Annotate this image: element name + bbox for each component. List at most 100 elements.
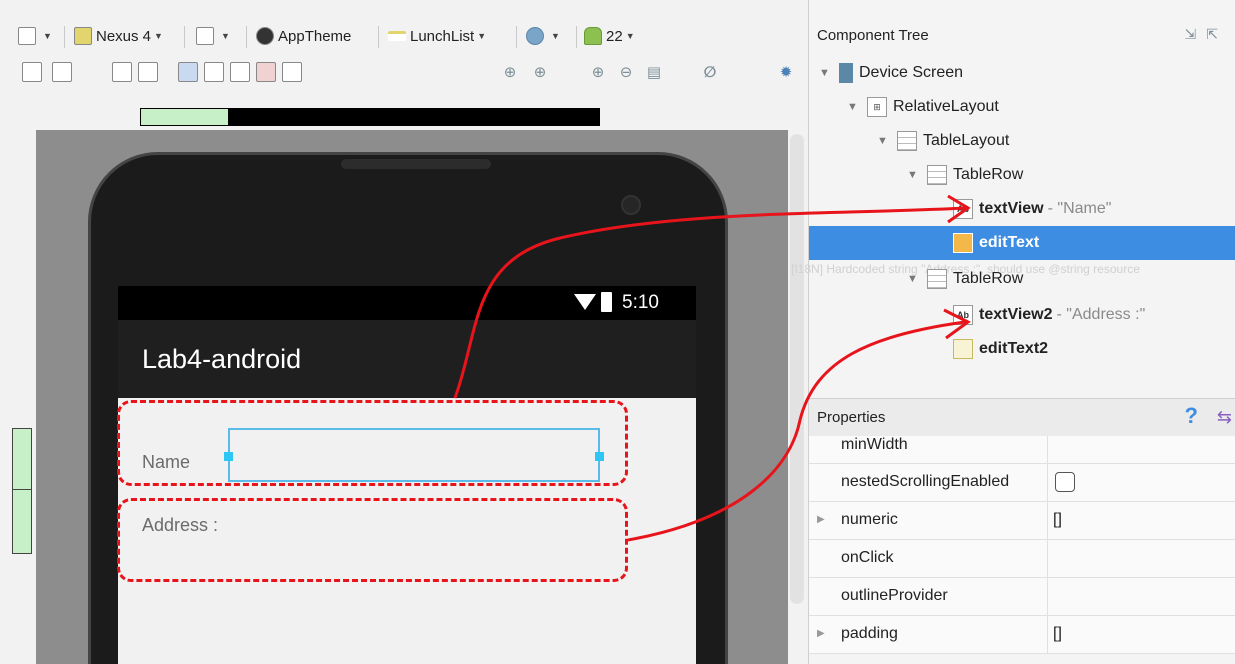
device-icon [18,27,36,45]
zoom-to-fit-icon[interactable]: ⊕ [500,62,520,82]
tree-node-edit-text-2[interactable]: editText2 [809,332,1235,366]
text-view-icon: Ab [953,199,973,219]
distribute-button[interactable] [230,62,250,82]
property-row[interactable]: outlineProvider [809,578,1235,616]
tree-node-label: TableLayout [923,132,1010,149]
expand-arrow-icon[interactable]: ▶ [817,628,825,639]
property-value[interactable]: [] [1053,511,1062,529]
app-action-bar: Lab4-android [118,320,696,398]
theme-icon [256,27,274,45]
tree-node-text-view-2[interactable]: Ab textView2 - "Address :" [809,298,1235,332]
phone-icon [74,27,92,45]
collapse-arrow-icon[interactable]: ▼ [847,101,861,113]
help-icon[interactable]: ? [1185,403,1198,429]
device-selector[interactable]: Nexus 4 ▼ [74,24,163,48]
highlight-box-row2 [117,498,628,582]
tree-node-hint: - "Name" [1047,200,1112,217]
screenshot-icon[interactable]: ▤ [644,62,664,82]
wifi-icon [574,294,596,310]
component-tree-title: Component Tree [817,26,929,44]
tree-node-text-view[interactable]: Ab textView - "Name" [809,192,1235,226]
virtual-device-dropdown[interactable]: ▼ [18,24,52,48]
tree-node-table-row-1[interactable]: ▼ TableRow [809,158,1235,192]
property-row[interactable]: nestedScrollingEnabled [809,464,1235,502]
weight-button[interactable] [204,62,224,82]
swap-view-icon[interactable]: ⇆ [1217,407,1232,428]
property-row[interactable]: minWidth [809,436,1235,464]
refresh-icon[interactable]: ∅ [700,62,720,82]
collapse-arrow-icon[interactable]: ▼ [819,67,833,79]
editor-toolbar-top: ▼ Nexus 4 ▼ ▼ AppTheme LunchList ▼ ▼ 22 ▼ [0,18,808,54]
tree-node-label: RelativeLayout [893,98,999,115]
tree-node-label: editText [979,234,1040,251]
tree-node-label: editText2 [979,340,1049,357]
expand-arrow-icon[interactable]: ▶ [817,514,825,525]
text-view-icon: Ab [953,305,973,325]
collapse-arrow-icon[interactable]: ▼ [907,273,921,285]
status-bar: 5:10 [118,286,696,320]
nested-scrolling-checkbox[interactable] [1055,472,1075,492]
api-level-selector[interactable]: 22 ▼ [584,24,635,48]
collapse-arrow-icon[interactable]: ▼ [877,135,891,147]
chevron-down-icon: ▼ [551,31,560,41]
gear-icon[interactable]: ✹ [776,62,796,82]
tree-node-hint: - "Address :" [1056,306,1146,323]
property-row[interactable]: onClick [809,540,1235,578]
properties-header: Properties ? ⇆ [809,398,1235,436]
tree-node-table-layout[interactable]: ▼ TableLayout [809,124,1235,158]
clear-weights-button[interactable] [256,62,276,82]
activity-icon [388,31,406,41]
match-height-button[interactable] [138,62,158,82]
orientation-icon [196,27,214,45]
android-icon [584,27,602,45]
preview-toggle-button[interactable] [22,62,42,82]
side-panel: Component Tree ⇲ ⇱ ▼ Device Screen ▼ ⊞ R… [791,0,1235,664]
chevron-down-icon: ▼ [477,31,487,41]
collapse-arrow-icon[interactable]: ▼ [907,169,921,181]
activity-selector[interactable]: LunchList ▼ [388,24,486,48]
tree-node-label: textView [979,200,1044,217]
property-value[interactable]: [] [1053,625,1062,643]
zoom-actual-icon[interactable]: ⊕ [530,62,550,82]
canvas-scrollbar[interactable] [790,134,804,604]
property-row[interactable]: ▶ padding [] [809,616,1235,654]
layout-editor: ▼ Nexus 4 ▼ ▼ AppTheme LunchList ▼ ▼ 22 ▼ [0,0,808,664]
locale-selector[interactable]: ▼ [526,24,560,48]
table-row-icon [927,165,947,185]
zoom-in-icon[interactable]: ⊕ [588,62,608,82]
chevron-down-icon: ▼ [221,31,230,41]
highlight-box-row1 [117,400,628,486]
phone-camera [621,195,641,215]
api-level-label: 22 [606,27,623,45]
activity-label: LunchList [410,27,475,45]
render-progress-bar [140,108,600,126]
tree-node-device-screen[interactable]: ▼ Device Screen [809,56,1235,90]
property-name: onClick [841,549,894,566]
device-label: Nexus 4 [96,27,152,45]
table-row-icon [927,269,947,289]
property-name: padding [841,625,898,642]
tree-node-table-row-2[interactable]: ▼ TableRow [809,262,1235,296]
tree-node-label: Device Screen [859,64,964,81]
device-screen-icon [839,63,853,83]
property-row[interactable]: ▶ numeric [] [809,502,1235,540]
property-name: numeric [841,511,898,528]
battery-icon [601,292,612,312]
expand-all-icon[interactable]: ⇲ [1185,26,1197,43]
collapse-all-icon[interactable]: ⇱ [1206,26,1218,43]
zoom-out-icon[interactable]: ⊖ [616,62,636,82]
tree-node-relative-layout[interactable]: ▼ ⊞ RelativeLayout [809,90,1235,124]
chevron-down-icon: ▼ [154,31,163,41]
tree-node-edit-text[interactable]: editText [809,226,1235,260]
property-name: nestedScrollingEnabled [841,473,1010,490]
globe-icon [526,27,544,45]
properties-title: Properties [817,409,886,426]
resize-handle[interactable] [12,428,32,554]
more-layout-button[interactable] [282,62,302,82]
align-left-button[interactable] [178,62,198,82]
orientation-selector[interactable]: ▼ [196,24,230,48]
theme-selector[interactable]: AppTheme [256,24,351,48]
match-width-button[interactable] [112,62,132,82]
layout-options-button[interactable] [52,62,72,82]
edit-text-icon [953,233,973,253]
